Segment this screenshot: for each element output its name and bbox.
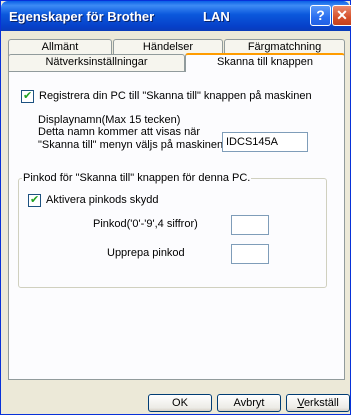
register-checkbox[interactable]	[21, 89, 34, 103]
display-name-label-2: Detta namn kommer att visas när	[38, 126, 201, 138]
tab-natverksinstallningar[interactable]: Nätverksinställningar	[8, 54, 185, 71]
apply-button-mnemonic: V	[297, 397, 304, 409]
title-bar[interactable]: Egenskaper för Brother LAN ? ✕	[1, 1, 351, 31]
apply-button[interactable]: Verkställ	[286, 394, 350, 412]
pin-input[interactable]	[231, 215, 269, 235]
ok-button[interactable]: OK	[148, 394, 212, 412]
pin-protect-label: Aktivera pinkods skydd	[46, 194, 159, 206]
display-name-input[interactable]: IDCS145A	[222, 132, 308, 152]
properties-dialog: Egenskaper för Brother LAN ? ✕ Allmänt H…	[0, 0, 351, 415]
repeat-pin-input[interactable]	[231, 244, 269, 264]
pin-label: Pinkod('0'-'9',4 siffror)	[93, 218, 198, 230]
repeat-pin-label: Upprepa pinkod	[107, 247, 185, 259]
window-title-suffix: LAN	[203, 9, 230, 24]
pin-group-title: Pinkod för "Skanna till" knappen för den…	[22, 172, 252, 184]
cancel-button[interactable]: Avbryt	[217, 394, 281, 412]
pin-protect-checkbox[interactable]	[28, 193, 41, 207]
display-name-label-1: Displaynamn(Max 15 tecken)	[38, 114, 181, 126]
register-checkbox-label: Registrera din PC till "Skanna till" kna…	[39, 90, 312, 102]
help-icon[interactable]: ?	[310, 5, 331, 26]
window-title: Egenskaper för Brother	[9, 9, 155, 24]
display-name-label-3: "Skanna till" menyn väljs på maskinen	[38, 139, 224, 151]
close-icon[interactable]: ✕	[332, 5, 351, 26]
apply-button-label: erkställ	[303, 397, 339, 409]
tab-skanna-till-knappen[interactable]: Skanna till knappen	[185, 53, 345, 72]
